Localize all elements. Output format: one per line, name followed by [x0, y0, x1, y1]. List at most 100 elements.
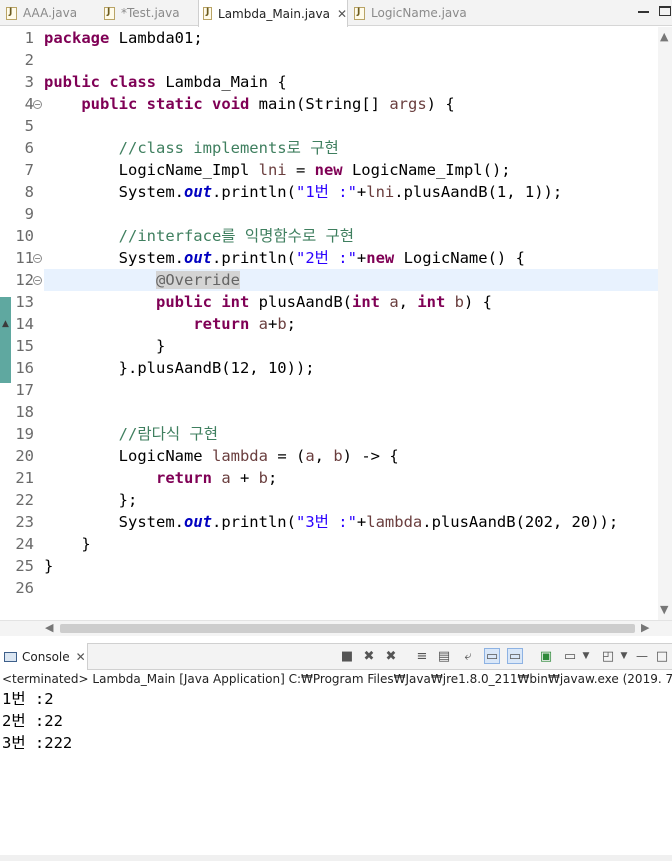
code-text: } — [155, 337, 166, 355]
line-number: 9 — [24, 205, 34, 223]
maximize-icon[interactable]: □ — [654, 648, 670, 664]
minimize-icon[interactable] — [638, 11, 649, 13]
minimize-icon[interactable]: — — [634, 648, 650, 664]
code-line: 8 System.out.println("1번 :"+lni.plusAand… — [0, 181, 658, 203]
vertical-scrollbar[interactable] — [658, 27, 672, 622]
code-line: 12 − @Override — [0, 269, 658, 291]
code-line: 21 return a + b; — [0, 467, 658, 489]
maximize-icon[interactable] — [659, 6, 671, 16]
code-line: 17 — [0, 379, 658, 401]
code-line: 14 return a+b; — [0, 313, 658, 335]
line-number: 24 — [15, 535, 34, 553]
tab-label: *Test.java — [121, 6, 180, 20]
terminate-icon[interactable]: ■ — [339, 648, 355, 664]
line-number: 22 — [15, 491, 34, 509]
code-text: package Lambda01; — [44, 29, 203, 47]
tab-label: Lambda_Main.java — [218, 6, 330, 21]
new-console-icon[interactable]: ◰ — [600, 648, 616, 664]
code-line: 24 } — [0, 533, 658, 555]
line-number: 1 — [24, 29, 34, 47]
line-number: 11 — [15, 249, 34, 267]
scroll-left-icon[interactable]: ◀ — [45, 621, 53, 634]
fold-toggle-icon[interactable]: − — [33, 100, 42, 109]
code-line: 1 package Lambda01; — [0, 27, 658, 49]
code-line: 10 //interface를 익명함수로 구현 — [0, 225, 658, 247]
code-line: 15 } — [0, 335, 658, 357]
line-number: 5 — [24, 117, 34, 135]
line-number: 21 — [15, 469, 34, 487]
show-console-when-stderr-icon[interactable]: ▭ — [507, 648, 523, 664]
tab-label: AAA.java — [23, 6, 78, 20]
code-line: 26 — [0, 577, 658, 599]
line-number: 4 — [24, 95, 34, 113]
close-icon[interactable]: ✕ — [76, 650, 86, 664]
code-line: 5 — [0, 115, 658, 137]
tab-test-java[interactable]: *Test.java — [100, 0, 196, 26]
code-line: 20 LogicName lambda = (a, b) -> { — [0, 445, 658, 467]
fold-toggle-icon[interactable]: − — [33, 276, 42, 285]
code-text: LogicName lambda = (a, b) -> { — [118, 447, 399, 465]
code-text: //class implements로 구현 — [118, 139, 339, 157]
code-line: 6 //class implements로 구현 — [0, 137, 658, 159]
line-number: 8 — [24, 183, 34, 201]
code-text: } — [44, 557, 54, 575]
console-output-line: 2번 :22 — [2, 712, 63, 730]
code-text: //interface를 익명함수로 구현 — [118, 227, 355, 245]
view-menu-icon[interactable]: ▼ — [616, 648, 632, 664]
open-console-icon[interactable]: ▣ — [538, 648, 554, 664]
java-file-icon — [203, 7, 213, 20]
remove-launch-icon[interactable]: ✖ — [361, 648, 377, 664]
remove-all-terminated-icon[interactable]: ✖ — [383, 648, 399, 664]
status-bar — [0, 855, 672, 861]
line-number: 19 — [15, 425, 34, 443]
code-line: 11 − System.out.println("2번 :"+new Logic… — [0, 247, 658, 269]
code-text: System.out.println("2번 :"+new LogicName(… — [118, 249, 525, 267]
code-text: LogicName_Impl lni = new LogicName_Impl(… — [118, 161, 511, 179]
code-text: public class Lambda_Main { — [44, 73, 287, 91]
display-selected-console-icon[interactable]: ▭ — [562, 648, 578, 664]
line-number: 3 — [24, 73, 34, 91]
tab-console[interactable]: Console ✕ — [0, 643, 88, 670]
line-number: 6 — [24, 139, 34, 157]
java-file-icon — [354, 6, 365, 20]
fold-toggle-icon[interactable]: − — [33, 254, 42, 263]
code-line: 2 — [0, 49, 658, 71]
show-when-stdout-icon[interactable]: ▤ — [436, 648, 452, 664]
code-line: 7 LogicName_Impl lni = new LogicName_Imp… — [0, 159, 658, 181]
code-text: return a + b; — [155, 469, 278, 487]
code-line: 13 public int plusAandB(int a, int b) { — [0, 291, 658, 313]
chevron-down-icon[interactable]: ▼ — [578, 648, 594, 664]
java-file-icon — [6, 6, 17, 20]
line-number: 20 — [15, 447, 34, 465]
code-line: 16 }.plusAandB(12, 10)); — [0, 357, 658, 379]
line-number: 2 — [24, 51, 34, 69]
code-line: 22 }; — [0, 489, 658, 511]
tab-lambda-main-java[interactable]: Lambda_Main.java ✕ — [198, 0, 348, 27]
scroll-right-icon[interactable]: ▶ — [641, 621, 649, 634]
console-icon — [4, 651, 17, 662]
tab-aaa-java[interactable]: AAA.java — [2, 0, 98, 26]
code-line: 19 //람다식 구현 — [0, 423, 658, 445]
close-icon[interactable]: ✕ — [337, 7, 347, 21]
word-wrap-icon[interactable]: ⤶ — [460, 648, 476, 664]
code-line: 18 — [0, 401, 658, 423]
line-number: 10 — [15, 227, 34, 245]
horizontal-scroll-thumb[interactable] — [60, 624, 635, 633]
code-editor[interactable]: ▲ 1 package Lambda01; 2 3 public class L… — [0, 27, 658, 622]
tab-logicname-java[interactable]: LogicName.java — [350, 0, 470, 26]
line-number: 23 — [15, 513, 34, 531]
line-number: 18 — [15, 403, 34, 421]
scroll-down-icon[interactable]: ▼ — [660, 603, 668, 616]
pin-console-icon[interactable]: ▭ — [484, 648, 500, 664]
java-file-icon — [104, 6, 115, 20]
code-line: 25 } — [0, 555, 658, 577]
line-number: 15 — [15, 337, 34, 355]
code-text: System.out.println("1번 :"+lni.plusAandB(… — [118, 183, 563, 201]
code-line: 3 public class Lambda_Main { — [0, 71, 658, 93]
line-number: 13 — [15, 293, 34, 311]
scroll-lock-icon[interactable]: ≡ — [414, 648, 430, 664]
code-text: return a+b; — [193, 315, 297, 333]
line-number: 17 — [15, 381, 34, 399]
scroll-up-icon[interactable]: ▲ — [660, 30, 668, 43]
code-line: 4 − public static void main(String[] arg… — [0, 93, 658, 115]
